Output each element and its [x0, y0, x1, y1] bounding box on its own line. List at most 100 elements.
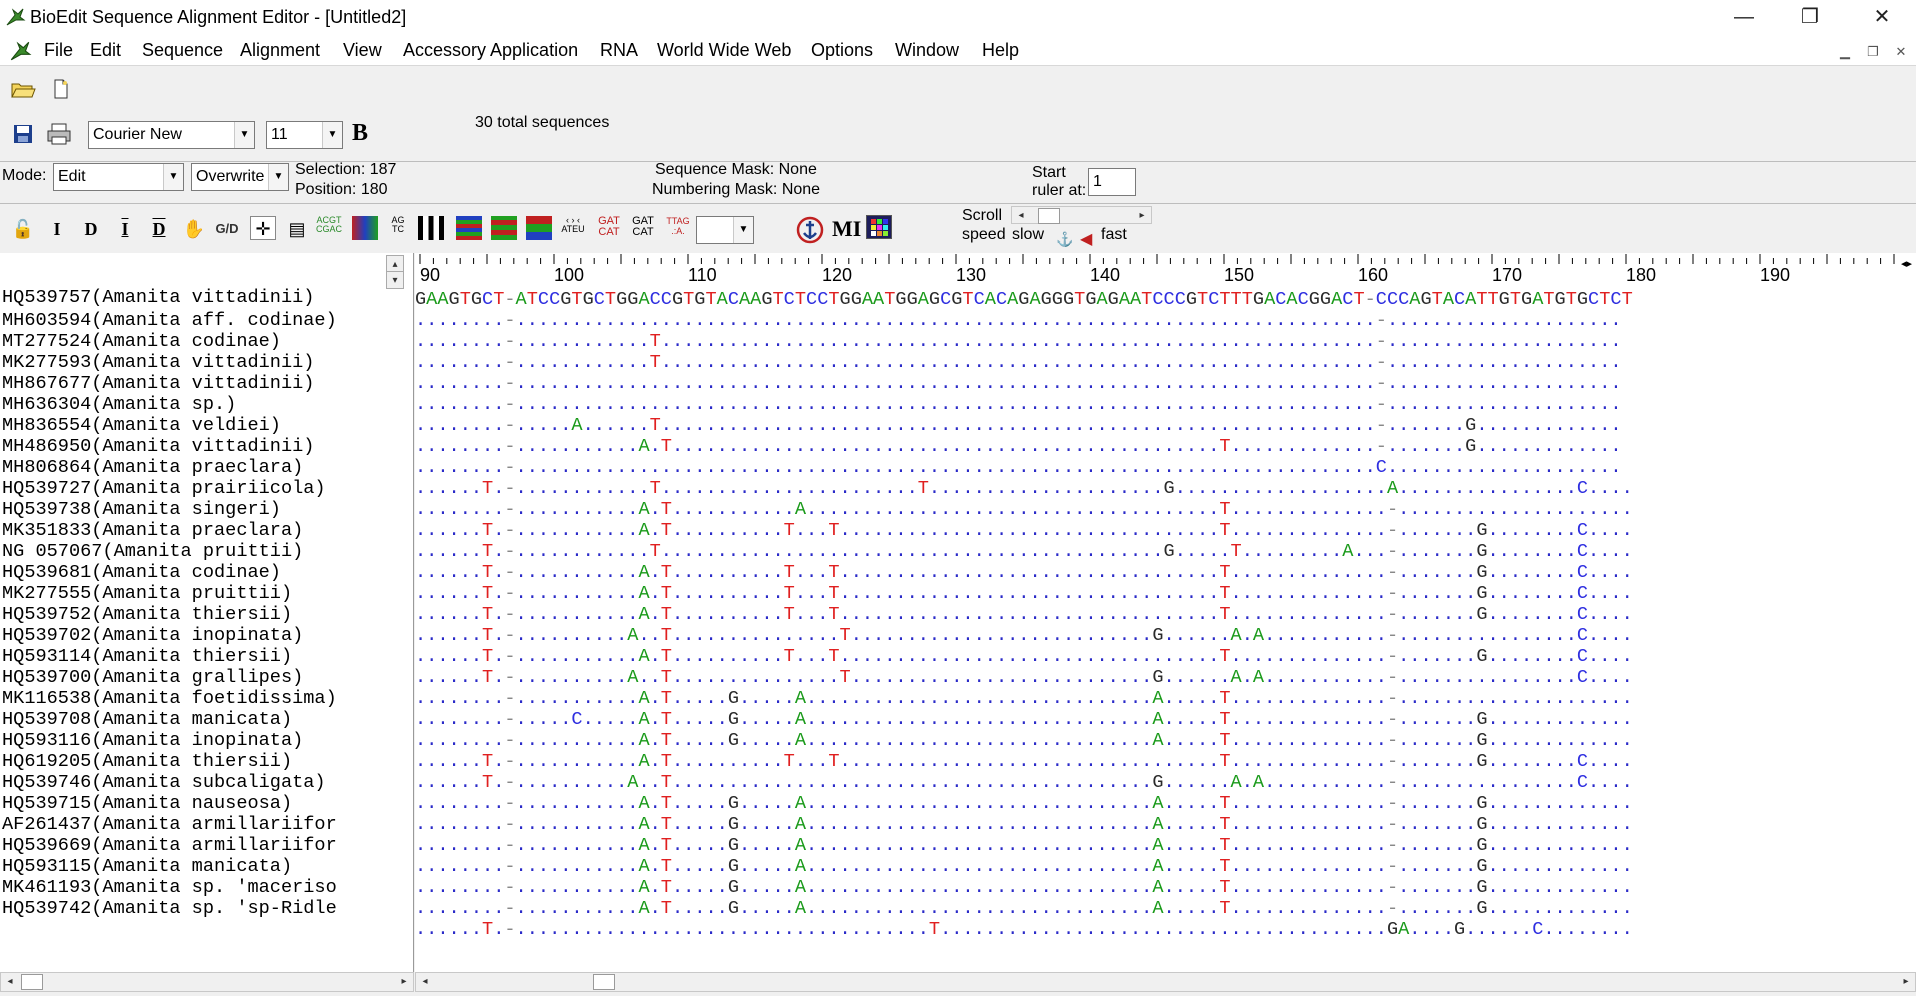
- chevron-down-icon[interactable]: ▼: [322, 122, 342, 148]
- save-icon[interactable]: [10, 123, 36, 147]
- sequence-row[interactable]: ........-...............................…: [415, 373, 1622, 394]
- sequence-name[interactable]: HQ539738(Amanita singeri): [2, 499, 281, 520]
- restore-button[interactable]: ❐: [1782, 0, 1838, 36]
- open-folder-icon[interactable]: [10, 78, 36, 102]
- sequence-row[interactable]: ........-...........A.T.....G.....A.....…: [415, 898, 1633, 919]
- threshold-select[interactable]: ▼: [696, 216, 754, 244]
- color-sequence-icon[interactable]: ACGT CGAC: [316, 216, 342, 240]
- slider-thumb[interactable]: [1038, 208, 1060, 224]
- sequence-row[interactable]: ........-...........A.T.....G.....A.....…: [415, 814, 1633, 835]
- sequence-row[interactable]: ........-............T..................…: [415, 331, 1622, 352]
- font-name-select[interactable]: Courier New ▼: [88, 121, 255, 149]
- color-grid-icon[interactable]: [491, 216, 517, 240]
- sequence-row[interactable]: ........-...............................…: [415, 310, 1622, 331]
- expand-arrows-icon[interactable]: ◂▸: [1901, 257, 1912, 270]
- chevron-down-icon[interactable]: ▼: [733, 217, 753, 243]
- chevron-down-icon[interactable]: ▼: [268, 164, 288, 190]
- sequence-row[interactable]: ........-...........A.T.....G.....A.....…: [415, 688, 1633, 709]
- names-horizontal-scrollbar[interactable]: ◂ ▸: [0, 972, 414, 992]
- scroll-right-icon[interactable]: ▸: [395, 973, 413, 991]
- sequence-row[interactable]: ........-............T..................…: [415, 352, 1622, 373]
- print-icon[interactable]: [46, 122, 72, 146]
- menu-sequence[interactable]: Sequence: [142, 40, 223, 61]
- menu-view[interactable]: View: [343, 40, 382, 61]
- menu-rna[interactable]: RNA: [600, 40, 638, 61]
- overwrite-select[interactable]: Overwrite ▼: [191, 163, 289, 191]
- sequence-row[interactable]: ........-...........A.T.....G.....A.....…: [415, 730, 1633, 751]
- sequence-name[interactable]: MH603594(Amanita aff. codinae): [2, 310, 337, 331]
- cross-cursor-icon[interactable]: ✛: [250, 216, 276, 240]
- sequence-name[interactable]: HQ539669(Amanita armillariifor: [2, 835, 337, 856]
- alignment-panel[interactable]: 90 100 110 120 130 140 150 160 170 180 190 GAAGTGC…: [415, 253, 1901, 972]
- sequence-name[interactable]: HQ539757(Amanita vittadinii): [2, 287, 314, 308]
- scroll-speed-slider[interactable]: ◂ ▸: [1011, 206, 1152, 224]
- menu-file[interactable]: File: [44, 40, 73, 61]
- sequence-name[interactable]: MK351833(Amanita praeclara): [2, 520, 303, 541]
- sequence-name[interactable]: HQ539700(Amanita grallipes): [2, 667, 303, 688]
- sequence-row[interactable]: ........-...........A.T.....G.....A.....…: [415, 877, 1633, 898]
- sequence-name[interactable]: HQ539702(Amanita inopinata): [2, 625, 303, 646]
- sequence-name[interactable]: HQ539708(Amanita manicata): [2, 709, 292, 730]
- shade-threshold-icon[interactable]: TTAG .:A.: [665, 216, 691, 240]
- names-scroll-thumb[interactable]: [21, 974, 43, 990]
- menu-accessory-application[interactable]: Accessory Application: [403, 40, 578, 61]
- reference-sequence-row[interactable]: GAAGTGCT-ATCCGTGCTGGACCGTGTACAAGTCTCCTGG…: [415, 289, 1633, 310]
- scroll-right-icon[interactable]: ▸: [1897, 973, 1915, 991]
- sequence-row[interactable]: ......T.-............T..................…: [415, 478, 1633, 499]
- sequence-name[interactable]: MH836554(Amanita veldiei): [2, 415, 281, 436]
- mode-select[interactable]: Edit ▼: [53, 163, 184, 191]
- lock-icon[interactable]: 🔓: [10, 217, 36, 241]
- sequence-row[interactable]: ......T.-...........A.T..........T...T..…: [415, 751, 1633, 772]
- sequence-name[interactable]: NG 057067(Amanita pruittii): [2, 541, 303, 562]
- sequence-name[interactable]: HQ593114(Amanita thiersii): [2, 646, 292, 667]
- new-file-icon[interactable]: [48, 78, 74, 102]
- sequence-row[interactable]: ......T.-..........A..T.................…: [415, 772, 1633, 793]
- mdi-close-button[interactable]: ✕: [1890, 42, 1912, 62]
- gat-cat-icon[interactable]: GAT CAT: [630, 216, 656, 240]
- sequence-name[interactable]: MK277555(Amanita pruittii): [2, 583, 292, 604]
- sequence-name[interactable]: HQ619205(Amanita thiersii): [2, 751, 292, 772]
- sequence-name[interactable]: MH867677(Amanita vittadinii): [2, 373, 314, 394]
- sequence-name[interactable]: HQ539715(Amanita nauseosa): [2, 793, 292, 814]
- sequence-name[interactable]: MH806864(Amanita praeclara): [2, 457, 303, 478]
- sequence-row[interactable]: ......T.-...........A.T..........T...T..…: [415, 646, 1633, 667]
- sequence-row[interactable]: ........-...............................…: [415, 457, 1622, 478]
- minimize-button[interactable]: —: [1716, 0, 1772, 36]
- sequence-row[interactable]: ........-...........A.T.....G.....A.....…: [415, 856, 1633, 877]
- insert-icon[interactable]: I: [44, 217, 70, 241]
- menu-alignment[interactable]: Alignment: [240, 40, 320, 61]
- alignment-horizontal-scrollbar[interactable]: ◂ ▸: [415, 972, 1916, 992]
- close-button[interactable]: ✕: [1854, 0, 1910, 36]
- sequence-row[interactable]: ........-...........A.T...........A.....…: [415, 499, 1633, 520]
- sequence-name[interactable]: HQ539742(Amanita sp. 'sp-Ridle: [2, 898, 337, 919]
- menu-edit[interactable]: Edit: [90, 40, 121, 61]
- names-scroll-down-icon[interactable]: ▾: [386, 271, 404, 289]
- sequence-name[interactable]: HQ539746(Amanita subcaligata): [2, 772, 326, 793]
- sequence-name[interactable]: MT277524(Amanita codinae): [2, 331, 281, 352]
- sequence-row[interactable]: ........-...........A.T.................…: [415, 436, 1622, 457]
- delete-gap-icon[interactable]: D: [146, 217, 172, 241]
- anchor-icon[interactable]: [796, 216, 824, 244]
- sequence-name[interactable]: MK277593(Amanita vittadinii): [2, 352, 314, 373]
- sequence-row[interactable]: ......T.-...............................…: [415, 919, 1633, 940]
- mdi-minimize-button[interactable]: ▁: [1834, 42, 1856, 62]
- sequence-row[interactable]: ........-...............................…: [415, 394, 1622, 415]
- grab-hand-icon[interactable]: ✋: [181, 217, 207, 241]
- document-icon[interactable]: [8, 39, 32, 63]
- sequence-row[interactable]: ........-...........A.T.....G.....A.....…: [415, 793, 1633, 814]
- menu-options[interactable]: Options: [811, 40, 873, 61]
- ruler-start-input[interactable]: 1: [1088, 168, 1136, 196]
- sequence-name[interactable]: MK116538(Amanita foetidissima): [2, 688, 337, 709]
- sequence-name[interactable]: HQ539681(Amanita codinae): [2, 562, 281, 583]
- insert-gap-icon[interactable]: I: [112, 217, 138, 241]
- chevron-down-icon[interactable]: ▼: [163, 164, 183, 190]
- sequence-row[interactable]: ......T.-..........A..T...............T.…: [415, 667, 1633, 688]
- sequence-row[interactable]: ......T.-...........A.T..........T...T..…: [415, 583, 1633, 604]
- color-graph-icon[interactable]: [456, 216, 482, 240]
- sequence-name[interactable]: HQ593116(Amanita inopinata): [2, 730, 303, 751]
- menu-world-wide-web[interactable]: World Wide Web: [657, 40, 791, 61]
- gat-cat-color-icon[interactable]: GAT CAT: [596, 216, 622, 240]
- slider-right-arrow-icon[interactable]: ▸: [1133, 207, 1151, 225]
- sequence-row[interactable]: ......T.-..........A..T...............T.…: [415, 625, 1633, 646]
- scroll-left-icon[interactable]: ◂: [416, 973, 434, 991]
